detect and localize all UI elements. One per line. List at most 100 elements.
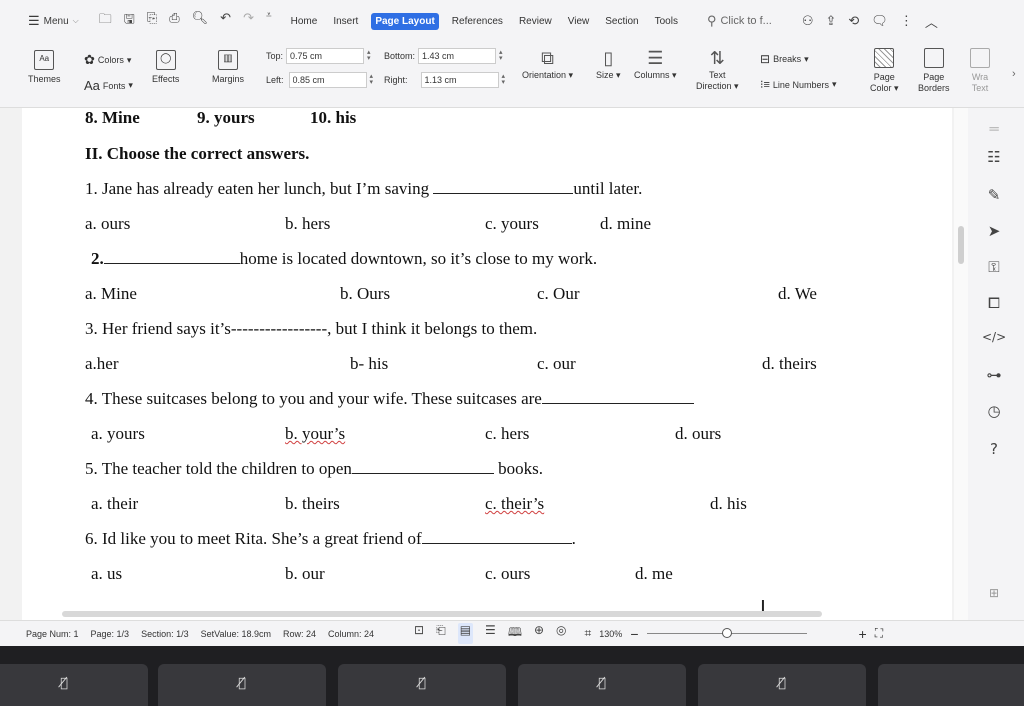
bottom-spin-icon[interactable]: ▴ ▾ xyxy=(499,49,503,62)
left-margin-input[interactable] xyxy=(288,72,367,88)
history-icon[interactable]: ⟲ xyxy=(848,13,859,29)
document-area[interactable]: 8. Mine 9. yours 10. his II. Choose the … xyxy=(0,108,968,620)
wrap-text-button[interactable]: Wra Text xyxy=(970,46,990,94)
fonts-button[interactable]: Aa Fonts ▾ xyxy=(84,78,133,93)
customize-icon[interactable]: ⩡ xyxy=(266,10,272,32)
zoom-slider[interactable] xyxy=(646,628,807,638)
left-spin-icon[interactable]: ▴ ▾ xyxy=(370,73,374,86)
undo-icon[interactable]: ↶ xyxy=(220,10,231,32)
margins-button[interactable]: ▥ Margins xyxy=(212,48,244,85)
web-view-icon[interactable]: ⊕ xyxy=(534,623,544,644)
toggle-settings-icon[interactable]: ⊶ xyxy=(982,366,1006,384)
participant-tile[interactable]: 🎙̸ xyxy=(0,664,148,706)
participant-tile[interactable] xyxy=(878,664,1024,706)
tab-home[interactable]: Home xyxy=(288,14,321,29)
comment-icon[interactable]: 🗨 xyxy=(871,13,888,29)
answer-blank-1[interactable] xyxy=(433,180,574,194)
sidebar-collapse-icon[interactable]: ═ xyxy=(982,120,1006,138)
size-button[interactable]: ▯ Size ▾ xyxy=(596,46,621,81)
text-direction-button[interactable]: ⇅ Text Direction ▾ xyxy=(696,46,739,92)
participant-tile[interactable]: 🎙̸ xyxy=(518,664,686,706)
tab-insert[interactable]: Insert xyxy=(330,14,361,29)
fullscreen-icon[interactable]: ⛶ xyxy=(875,626,883,641)
eye-protection-icon[interactable]: ◎ xyxy=(556,623,566,644)
prev-answer-9: 9. yours xyxy=(197,108,255,127)
colors-button[interactable]: ✿ Colors ▾ xyxy=(84,52,131,68)
zoom-out-icon[interactable]: − xyxy=(630,626,638,642)
q5-option-a: a. their xyxy=(91,494,139,513)
left-margin-field: Left: ▴▾ xyxy=(266,72,373,88)
zoom-in-icon[interactable]: + xyxy=(859,626,867,642)
vertical-scroll-thumb[interactable] xyxy=(958,226,964,264)
horizontal-scrollbar[interactable] xyxy=(52,610,962,618)
tab-section[interactable]: Section xyxy=(602,14,641,29)
share-icon[interactable]: ⇪ xyxy=(825,13,836,29)
menu-button[interactable]: ☰ Menu ⌵ xyxy=(28,13,79,29)
zoom-value[interactable]: 130% xyxy=(599,629,622,639)
tab-tools[interactable]: Tools xyxy=(652,14,681,29)
style-brush-icon[interactable]: ✎ xyxy=(982,186,1006,204)
effects-button[interactable]: ◯ Effects xyxy=(152,48,179,85)
grid-view-icon[interactable]: ⊞ xyxy=(982,586,1006,600)
page-color-button[interactable]: Page Color ▾ xyxy=(870,46,899,94)
columns-label: Columns xyxy=(634,70,670,80)
print-preview-icon[interactable]: 🔍︎ xyxy=(192,10,209,32)
page-count[interactable]: Page: 1/3 xyxy=(91,629,130,639)
ribbon-scroll-right-icon[interactable]: › xyxy=(1012,68,1016,80)
print-icon[interactable]: ⎙ xyxy=(169,10,179,32)
top-margin-input[interactable] xyxy=(286,48,365,64)
document-page[interactable]: 8. Mine 9. yours 10. his II. Choose the … xyxy=(22,108,952,620)
section-title: II. Choose the correct answers. xyxy=(85,144,310,163)
help-icon[interactable]: ? xyxy=(982,440,1006,458)
right-margin-input[interactable] xyxy=(420,72,499,88)
page-color-label-2: Color xyxy=(870,83,892,93)
tab-page-layout[interactable]: Page Layout xyxy=(371,12,439,30)
orientation-button[interactable]: ⧉ Orientation ▾ xyxy=(522,46,573,81)
collapse-ribbon-icon[interactable]: ︿ xyxy=(925,12,938,31)
book-view-icon[interactable]: 🕮 xyxy=(508,623,522,644)
tab-references[interactable]: References xyxy=(449,14,506,29)
fit-page-icon[interactable]: ⌗ xyxy=(585,626,592,641)
page-view-icon[interactable]: ▤ xyxy=(457,623,474,644)
participant-tile[interactable]: 🎙̸ xyxy=(158,664,326,706)
right-spin-icon[interactable]: ▴ ▾ xyxy=(502,73,506,86)
save-icon[interactable]: 🖫 xyxy=(124,10,135,32)
muted-mic-icon: 🎙̸ xyxy=(418,676,426,691)
vertical-scrollbar[interactable] xyxy=(954,108,968,620)
outline-icon[interactable]: ☷ xyxy=(982,148,1006,166)
bottom-margin-input[interactable] xyxy=(418,48,497,64)
answer-blank-6[interactable] xyxy=(421,530,572,544)
answer-blank-5[interactable] xyxy=(351,460,494,474)
history-clock-icon[interactable]: ◷ xyxy=(982,402,1006,420)
top-spin-icon[interactable]: ▴ ▾ xyxy=(367,49,371,62)
collaborate-icon[interactable]: ⚇ xyxy=(802,13,814,29)
tab-view[interactable]: View xyxy=(565,14,593,29)
line-numbers-button[interactable]: ⁝≡ Line Numbers ▾ xyxy=(760,78,836,91)
themes-button[interactable]: Aa Themes xyxy=(28,48,61,85)
open-folder-icon[interactable]: 🗀 xyxy=(99,10,112,32)
breaks-button[interactable]: ⊟ Breaks ▾ xyxy=(760,52,809,66)
zoom-slider-knob[interactable] xyxy=(721,628,732,638)
export-pdf-icon[interactable]: ⎘ xyxy=(147,10,157,32)
columns-button[interactable]: ☰ Columns ▾ xyxy=(634,46,677,81)
participant-tile[interactable]: 🎙̸ xyxy=(338,664,506,706)
outline-view-icon[interactable]: ⊡ xyxy=(414,623,424,644)
more-icon[interactable]: ⋮ xyxy=(900,13,913,29)
page-color-label-1: Page xyxy=(873,72,895,82)
code-icon[interactable]: </> xyxy=(982,330,1006,344)
page-borders-button[interactable]: Page Borders xyxy=(918,46,950,94)
lock-icon[interactable]: ⚿ xyxy=(982,258,1006,276)
participant-tile[interactable]: 🎙̸ xyxy=(698,664,866,706)
answer-blank-4[interactable] xyxy=(541,390,694,404)
list-view-icon[interactable]: ☰ xyxy=(485,623,496,644)
answer-blank-2[interactable] xyxy=(103,250,240,264)
select-cursor-icon[interactable]: ➤ xyxy=(982,222,1006,240)
redo-icon[interactable]: ↷ xyxy=(243,10,254,32)
question-5: 5. The teacher told the children to open… xyxy=(85,459,543,479)
reading-mode-icon[interactable]: ⎗ xyxy=(436,623,446,644)
horizontal-scroll-thumb[interactable] xyxy=(62,611,822,617)
tab-review[interactable]: Review xyxy=(516,14,555,29)
question-6-text: 6. Id like you to meet Rita. She’s a gre… xyxy=(85,529,422,548)
image-tool-icon[interactable]: ⧠ xyxy=(982,294,1006,312)
search-box[interactable]: ⚲ Click to f... xyxy=(707,13,772,29)
